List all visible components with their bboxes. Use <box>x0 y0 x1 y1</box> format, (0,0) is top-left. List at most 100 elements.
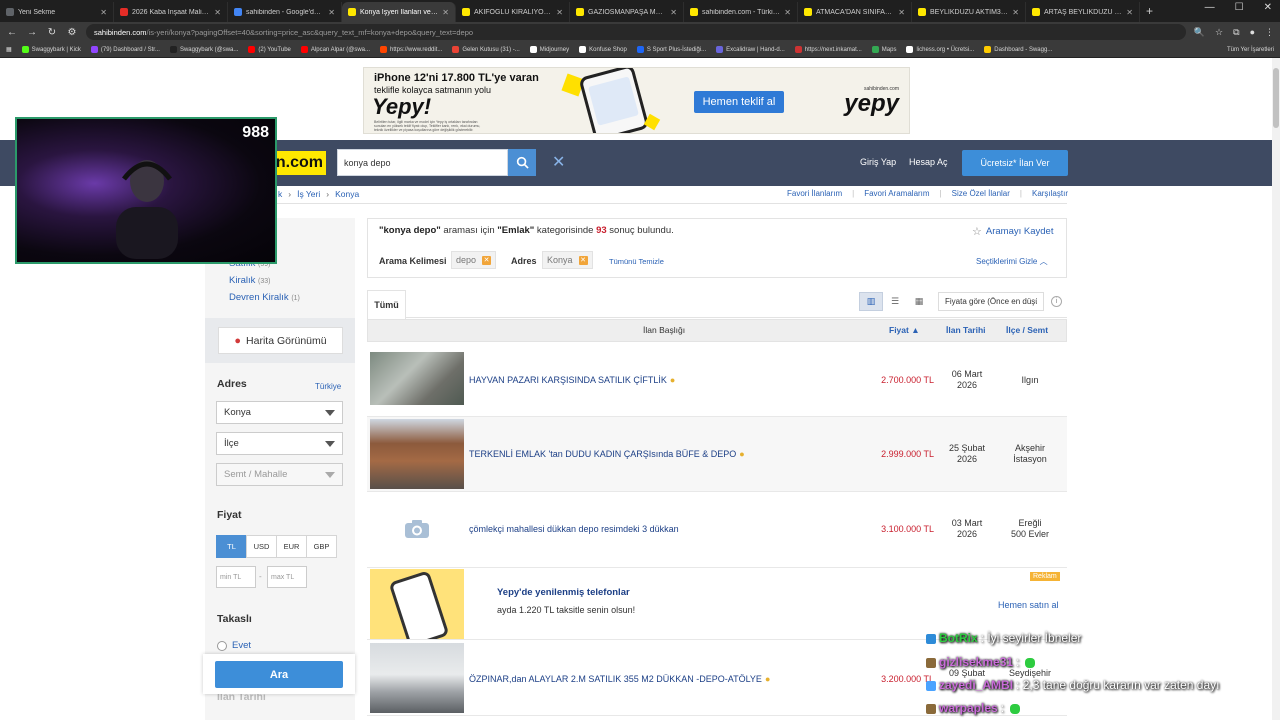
all-bookmarks-link[interactable]: Tüm Yer İşaretleri <box>1227 47 1274 53</box>
login-link[interactable]: Giriş Yap <box>860 157 896 167</box>
url-field[interactable]: sahibinden.com/is-yeri/konya?pagingOffse… <box>86 24 1186 40</box>
category-kiralik[interactable]: Kiralık (33) <box>229 275 271 286</box>
neighborhood-select[interactable]: Semt / Mahalle <box>216 463 343 486</box>
browser-tab[interactable]: 2026 Kaba İnşaat Maliyeti Ne✕ <box>114 2 228 22</box>
browser-tab[interactable]: AKIFOĞLU KİRALIYOR BUĞDA ✕ <box>456 2 570 22</box>
category-devren-kiralik[interactable]: Devren Kiralık (1) <box>229 292 300 303</box>
map-view-button[interactable]: ● Harita Görünümü <box>218 327 343 354</box>
forward-icon[interactable]: → <box>26 27 38 38</box>
bookmark-item[interactable]: Midjourney <box>529 46 569 53</box>
register-link[interactable]: Hesap Aç <box>909 157 948 167</box>
bookmark-item[interactable]: (79) Dashboard / Str... <box>90 46 160 53</box>
close-tab-icon[interactable]: ✕ <box>898 8 905 17</box>
remove-filter-icon[interactable]: ✕ <box>482 255 492 265</box>
minimize-icon[interactable]: — <box>1205 2 1215 13</box>
close-tab-icon[interactable]: ✕ <box>784 8 791 17</box>
close-tab-icon[interactable]: ✕ <box>328 8 335 17</box>
new-tab-icon[interactable]: + <box>1140 4 1159 18</box>
ad-title[interactable]: Yepy'de yenilenmiş telefonlar <box>497 587 630 598</box>
profile-icon[interactable]: ● <box>1250 27 1255 38</box>
currency-eur[interactable]: EUR <box>276 535 307 558</box>
grid-view-icon[interactable]: ▦ <box>907 292 931 311</box>
currency-usd[interactable]: USD <box>246 535 277 558</box>
list-view-icon[interactable]: ☰ <box>883 292 907 311</box>
bookmark-item[interactable]: Swaggybark | Kick <box>21 46 81 53</box>
listing-thumbnail[interactable] <box>370 505 464 553</box>
favorite-searches-link[interactable]: Favori Aramalarım <box>864 189 929 198</box>
back-icon[interactable]: ← <box>6 27 18 38</box>
special-listings-link[interactable]: Size Özel İlanlar <box>952 189 1010 198</box>
banner-cta-button[interactable]: Hemen teklif al <box>694 91 784 113</box>
clear-search-icon[interactable]: ✕ <box>552 152 565 172</box>
info-icon[interactable]: i <box>1051 296 1062 307</box>
browser-tab[interactable]: ATMACA'DAN SINIFAŞ İŞ MER ✕ <box>798 2 912 22</box>
bookmark-item[interactable]: Alpcan Alpar (@swa... <box>300 46 370 53</box>
browser-tab[interactable]: Yeni Sekme ✕ <box>0 2 114 22</box>
listing-thumbnail[interactable] <box>370 419 464 489</box>
max-price-input[interactable]: max TL <box>267 566 307 588</box>
city-select[interactable]: Konya <box>216 401 343 424</box>
bookmark-item[interactable]: Dashboard - Swagg... <box>984 46 1052 53</box>
breadcrumb-item[interactable]: k <box>278 189 282 199</box>
close-tab-icon[interactable]: ✕ <box>100 8 107 17</box>
listing-title[interactable]: HAYVAN PAZARI KARŞISINDA SATILIK ÇİFTLİK… <box>469 375 675 385</box>
bookmark-item[interactable]: https://www.reddit... <box>380 46 442 53</box>
page-scrollbar[interactable] <box>1272 58 1280 720</box>
bookmark-item[interactable]: S Sport Plus-İstediği... <box>636 46 706 53</box>
extensions-icon[interactable]: ⧉ <box>1233 27 1239 38</box>
ad-thumbnail[interactable] <box>370 569 464 639</box>
browser-tab[interactable]: sahibinden.com - Türkiye'nin✕ <box>684 2 798 22</box>
column-date-sort[interactable]: İlan Tarihi <box>946 325 986 335</box>
filter-chip-keyword[interactable]: depo ✕ <box>451 251 497 269</box>
currency-gbp[interactable]: GBP <box>306 535 337 558</box>
district-select[interactable]: İlçe <box>216 432 343 455</box>
bookmark-star-icon[interactable]: ☆ <box>1215 27 1223 38</box>
listing-title[interactable]: ÖZPINAR,dan ALAYLAR 2.M SATILIK 355 M2 D… <box>469 674 770 684</box>
clear-all-filters-link[interactable]: Tümünü Temizle <box>609 257 664 266</box>
hide-selected-link[interactable]: Seçtiklerimi Gizle ︿ <box>976 256 1048 267</box>
breadcrumb-item[interactable]: İş Yeri <box>297 189 320 199</box>
table-view-icon[interactable]: ▥ <box>859 292 883 311</box>
browser-tab[interactable]: ARTAŞ BEYLİKDÜZÜ 135 m2 İ✕ <box>1026 2 1140 22</box>
zoom-icon[interactable]: 🔍 <box>1194 27 1205 38</box>
close-tab-icon[interactable]: ✕ <box>1126 8 1133 17</box>
listing-title[interactable]: çömlekçi mahallesi dükkan depo resimdeki… <box>469 524 679 534</box>
compare-link[interactable]: Karşılaştır <box>1032 189 1068 198</box>
close-tab-icon[interactable]: ✕ <box>670 8 677 17</box>
yepy-banner-ad[interactable]: iPhone 12'ni 17.800 TL'ye varan teklifle… <box>363 67 910 134</box>
ad-cta-link[interactable]: Hemen satın al <box>998 600 1059 610</box>
maximize-icon[interactable]: ☐ <box>1235 2 1244 13</box>
bookmark-item[interactable]: Konfuse Shop <box>579 46 627 53</box>
bookmark-item[interactable]: lichess.org • Ücretsi... <box>906 46 974 53</box>
remove-filter-icon[interactable]: ✕ <box>578 255 588 265</box>
close-tab-icon[interactable]: ✕ <box>442 8 449 17</box>
browser-tab[interactable]: Konya İşyeri İlanları ve Fiyatla ✕ <box>342 2 456 22</box>
search-input[interactable]: konya depo <box>337 149 508 176</box>
browser-tab[interactable]: BEYLİKDÜZÜ AKTİM3 KİRALI ✕ <box>912 2 1026 22</box>
listing-thumbnail[interactable] <box>370 643 464 713</box>
swap-yes-radio[interactable]: Evet <box>217 640 251 651</box>
listing-title[interactable]: TERKENLİ EMLAK 'tan DUDU KADIN ÇARŞIsınd… <box>469 449 745 459</box>
bookmark-item[interactable]: Gelen Kutusu (31) -... <box>452 46 520 53</box>
browser-tab[interactable]: GAZIOSMANPAŞA MAH. MER✕ <box>570 2 684 22</box>
site-info-icon[interactable]: ⚙ <box>66 27 78 38</box>
free-ad-button[interactable]: Ücretsiz* İlan Ver <box>962 150 1068 176</box>
breadcrumb-item[interactable]: Konya <box>335 189 359 199</box>
bookmark-item[interactable]: https://next.inkamat... <box>794 46 862 53</box>
close-window-icon[interactable]: ✕ <box>1264 2 1272 13</box>
tab-all[interactable]: Tümü <box>367 290 406 319</box>
column-district-sort[interactable]: İlçe / Semt <box>1006 325 1048 335</box>
bookmark-item[interactable]: Excalidraw | Hand-d... <box>716 46 785 53</box>
country-link[interactable]: Türkiye <box>315 382 341 391</box>
min-price-input[interactable]: min TL <box>216 566 256 588</box>
menu-icon[interactable]: ⋮ <box>1265 27 1274 38</box>
favorite-listings-link[interactable]: Favori İlanlarım <box>787 189 842 198</box>
bookmark-item[interactable]: (2) YouTube <box>248 46 291 53</box>
bookmark-item[interactable]: Maps <box>871 46 896 53</box>
currency-tl[interactable]: TL <box>216 535 247 558</box>
close-tab-icon[interactable]: ✕ <box>556 8 563 17</box>
reload-icon[interactable]: ↻ <box>46 27 58 38</box>
apps-icon[interactable]: ▦ <box>6 46 12 53</box>
column-price-sort[interactable]: Fiyat ▲ <box>889 325 920 335</box>
sponsored-row[interactable] <box>367 568 1067 640</box>
